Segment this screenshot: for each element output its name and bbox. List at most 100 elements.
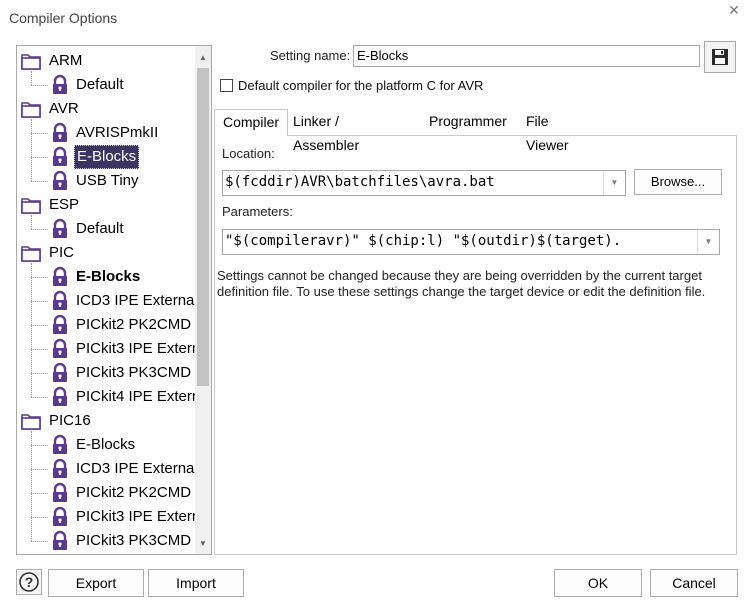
ok-button[interactable]: OK [554, 569, 642, 597]
tree-item-label: PICkit3 PK3CMD E [76, 364, 197, 381]
tree-connector [31, 541, 48, 542]
tree-connector [31, 349, 48, 350]
lock-icon [50, 506, 70, 527]
tree-connector [31, 397, 48, 398]
tab-compiler[interactable]: Compiler [214, 109, 289, 136]
tree-folder-label: PIC16 [49, 412, 91, 429]
tree-folder-avr[interactable]: AVR [17, 97, 197, 121]
chevron-down-icon[interactable]: ▼ [603, 171, 625, 195]
browse-button[interactable]: Browse... [634, 169, 722, 195]
tree-folder-label: ARM [49, 52, 83, 69]
lock-icon [50, 266, 70, 287]
tab-file-viewer[interactable]: File Viewer [518, 109, 577, 153]
tab-programmer[interactable]: Programmer [421, 109, 515, 135]
tree-connector [31, 71, 32, 85]
tree-connector [31, 373, 48, 374]
tree-folder-arm[interactable]: ARM [17, 49, 197, 73]
location-label: Location: [222, 146, 275, 161]
scroll-down-icon[interactable]: ▼ [195, 536, 211, 552]
tree-item-label: E-Blocks [76, 436, 136, 453]
lock-icon [50, 314, 70, 335]
tree-item-label: E-Blocks [76, 268, 141, 285]
lock-icon [50, 386, 70, 407]
lock-icon [50, 482, 70, 503]
lock-icon [50, 74, 70, 95]
tree-folder-label: AVR [49, 100, 79, 117]
tab-panel-compiler [214, 135, 737, 555]
tree-item-label: USB Tiny [76, 172, 139, 189]
tree-scrollbar[interactable]: ▲ ▼ [195, 46, 211, 554]
tree-item-label: PICkit4 IPE Extern [76, 388, 197, 405]
tree-item-label: AVRISPmkII [76, 124, 159, 141]
folder-icon [21, 51, 41, 71]
tree-folder-esp[interactable]: ESP [17, 193, 197, 217]
location-value: $(fcddir)AVR\batchfiles\avra.bat [225, 174, 495, 190]
location-combo[interactable]: $(fcddir)AVR\batchfiles\avra.bat ▼ [222, 170, 626, 196]
scroll-up-icon[interactable]: ▲ [195, 50, 211, 66]
chevron-down-icon[interactable]: ▼ [697, 230, 719, 254]
tree-connector [31, 517, 48, 518]
lock-icon [50, 458, 70, 479]
tree-connector [31, 181, 48, 182]
compiler-tree[interactable]: ARM Default AVR AVRISPmkII E-Blocks USB Tiny E… [16, 45, 212, 555]
tree-connector [31, 325, 48, 326]
setting-name-input[interactable]: E-Blocks [353, 45, 700, 67]
lock-icon [50, 170, 70, 191]
tree-connector [31, 493, 48, 494]
tree-folder-pic[interactable]: PIC [17, 241, 197, 265]
tree-connector [31, 157, 48, 158]
tree-connector [31, 215, 32, 229]
window-title: Compiler Options [9, 10, 118, 26]
tree-folder-label: ESP [49, 196, 80, 213]
tree-item-label: PICkit3 PK3CMD E [76, 532, 197, 549]
lock-icon [50, 122, 70, 143]
tree-connector [31, 85, 48, 86]
save-button[interactable] [704, 41, 736, 73]
help-icon: ? [19, 572, 39, 592]
lock-icon [50, 218, 70, 239]
lock-icon [50, 530, 70, 551]
folder-icon [21, 195, 41, 215]
tree-item-label: PICkit3 IPE Extern [76, 340, 197, 357]
tree-item-label: PICkit2 PK2CMD E [76, 316, 197, 333]
lock-icon [50, 290, 70, 311]
title-bar: Compiler Options ✕ [0, 0, 746, 36]
lock-icon [50, 338, 70, 359]
lock-icon [50, 362, 70, 383]
help-button[interactable]: ? [16, 569, 42, 595]
folder-icon [21, 411, 41, 431]
close-icon[interactable]: ✕ [726, 2, 742, 18]
tree-item-label: E-Blocks [74, 145, 140, 169]
tree-connector [31, 263, 32, 397]
tree-folder-pic16[interactable]: PIC16 [17, 409, 197, 433]
parameters-combo[interactable]: "$(compileravr)" $(chip:l) "$(outdir)$(t… [222, 229, 720, 255]
tree-connector [31, 469, 48, 470]
folder-icon [21, 99, 41, 119]
tree-connector [31, 119, 32, 181]
override-note: Settings cannot be changed because they … [217, 268, 706, 299]
folder-icon [21, 243, 41, 263]
tree-connector [31, 431, 32, 541]
svg-text:?: ? [25, 574, 34, 590]
tree-connector [31, 229, 48, 230]
default-compiler-label: Default compiler for the platform C for … [238, 78, 484, 93]
tree-item-label: ICD3 IPE External [76, 292, 197, 309]
lock-icon [50, 146, 70, 167]
cancel-button[interactable]: Cancel [650, 569, 738, 597]
lock-icon [50, 434, 70, 455]
tree-connector [31, 277, 48, 278]
scroll-thumb[interactable] [197, 68, 209, 386]
tree-item-label: Default [76, 220, 124, 237]
setting-name-label: Setting name: [270, 48, 351, 63]
tree-connector [31, 133, 48, 134]
default-compiler-checkbox[interactable] [220, 79, 233, 92]
parameters-label: Parameters: [222, 204, 293, 219]
tree-item-label: PICkit3 IPE Extern [76, 508, 197, 525]
tree-connector [31, 301, 48, 302]
tree-item-label: PICkit2 PK2CMD E [76, 484, 197, 501]
import-button[interactable]: Import [148, 569, 244, 597]
export-button[interactable]: Export [48, 569, 144, 597]
tree-item-label: Default [76, 76, 124, 93]
tab-linker-assembler[interactable]: Linker / Assembler [285, 109, 367, 153]
tree-folder-label: PIC [49, 244, 75, 261]
